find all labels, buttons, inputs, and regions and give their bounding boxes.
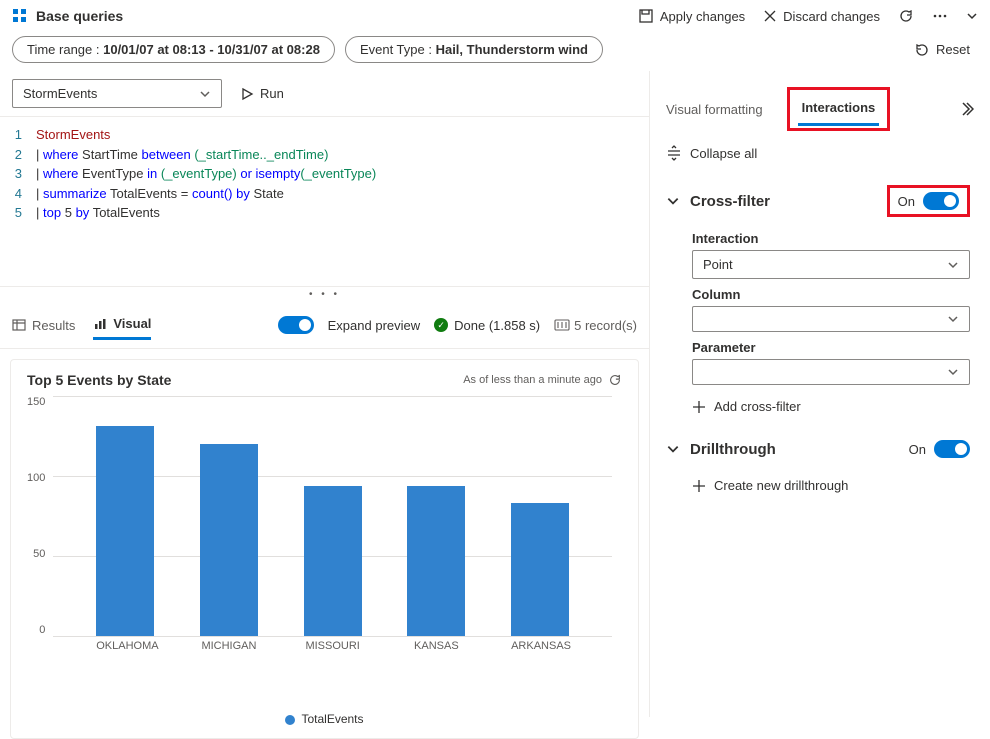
interaction-value: Point	[703, 257, 733, 272]
page-title: Base queries	[12, 8, 123, 24]
chart-xlabel: MISSOURI	[304, 640, 362, 652]
discard-changes-label: Discard changes	[783, 9, 880, 24]
chart-panel: Top 5 Events by State As of less than a …	[10, 359, 639, 739]
dataset-value: StormEvents	[23, 86, 97, 101]
chart-bar[interactable]	[96, 426, 154, 636]
time-range-label: Time range :	[27, 42, 103, 57]
expand-icon[interactable]	[958, 101, 974, 117]
expand-preview-label: Expand preview	[328, 318, 421, 333]
discard-changes-button[interactable]: Discard changes	[763, 9, 880, 24]
event-type-pill[interactable]: Event Type : Hail, Thunderstorm wind	[345, 36, 603, 63]
create-drillthrough-button[interactable]: Create new drillthrough	[692, 478, 970, 493]
record-count-text: 5 record(s)	[574, 318, 637, 333]
close-icon	[763, 9, 777, 23]
page-title-text: Base queries	[36, 8, 123, 24]
chevron-down-icon[interactable]	[666, 194, 680, 208]
expand-preview-toggle[interactable]	[278, 316, 314, 334]
table-icon	[12, 318, 26, 332]
chart-bar[interactable]	[407, 486, 465, 636]
tab-visual-label: Visual	[113, 316, 151, 331]
query-editor[interactable]: 1StormEvents 2| where StartTime between …	[0, 116, 649, 286]
tab-visual-formatting[interactable]: Visual formatting	[662, 94, 767, 125]
chevron-down-icon[interactable]	[666, 442, 680, 456]
cross-filter-title: Cross-filter	[690, 193, 770, 210]
grid-icon	[12, 8, 28, 24]
chart-xlabel: OKLAHOMA	[96, 640, 154, 652]
refresh-icon[interactable]	[898, 8, 914, 24]
refresh-icon[interactable]	[608, 373, 622, 387]
create-drillthrough-label: Create new drillthrough	[714, 478, 848, 493]
tab-interactions[interactable]: Interactions	[798, 92, 880, 126]
plus-icon	[692, 400, 706, 414]
reset-icon	[914, 42, 930, 58]
resize-handle[interactable]: • • •	[0, 286, 649, 302]
chart-timestamp: As of less than a minute ago	[463, 374, 602, 386]
interaction-label: Interaction	[692, 231, 970, 246]
parameter-label: Parameter	[692, 340, 970, 355]
column-label: Column	[692, 287, 970, 302]
query-status: ✓ Done (1.858 s)	[434, 318, 540, 333]
tab-results-label: Results	[32, 318, 75, 333]
reset-button[interactable]: Reset	[914, 42, 978, 58]
event-type-label: Event Type :	[360, 42, 436, 57]
collapse-all-button[interactable]: Collapse all	[658, 131, 978, 175]
parameter-select[interactable]	[692, 359, 970, 385]
collapse-all-label: Collapse all	[690, 146, 757, 161]
reset-label: Reset	[936, 42, 970, 57]
time-range-value: 10/01/07 at 08:13 - 10/31/07 at 08:28	[103, 42, 320, 57]
chevron-down-icon	[199, 88, 211, 100]
column-select[interactable]	[692, 306, 970, 332]
chevron-down-icon	[947, 366, 959, 378]
cross-filter-toggle[interactable]	[923, 192, 959, 210]
apply-changes-label: Apply changes	[660, 9, 745, 24]
play-icon	[240, 87, 254, 101]
record-count: 5 record(s)	[554, 318, 637, 333]
chart-title: Top 5 Events by State	[27, 372, 171, 388]
time-range-pill[interactable]: Time range : 10/01/07 at 08:13 - 10/31/0…	[12, 36, 335, 63]
event-type-value: Hail, Thunderstorm wind	[436, 42, 588, 57]
chart-bar[interactable]	[304, 486, 362, 636]
status-text: Done (1.858 s)	[454, 318, 540, 333]
count-icon	[554, 319, 570, 331]
chart-bar[interactable]	[200, 444, 258, 636]
drillthrough-title: Drillthrough	[690, 441, 776, 458]
cross-filter-state: On	[898, 194, 915, 209]
tab-visual[interactable]: Visual	[93, 310, 151, 340]
tab-results[interactable]: Results	[12, 312, 75, 339]
chevron-down-icon[interactable]	[966, 10, 978, 22]
drillthrough-state: On	[909, 442, 926, 457]
chart-xlabel: MICHIGAN	[200, 640, 258, 652]
drillthrough-toggle[interactable]	[934, 440, 970, 458]
add-cross-filter-button[interactable]: Add cross-filter	[692, 399, 970, 414]
interaction-select[interactable]: Point	[692, 250, 970, 279]
run-button[interactable]: Run	[232, 82, 292, 105]
chart-bar[interactable]	[511, 503, 569, 636]
run-label: Run	[260, 86, 284, 101]
collapse-icon	[666, 145, 682, 161]
more-icon[interactable]	[932, 8, 948, 24]
chevron-down-icon	[947, 313, 959, 325]
apply-changes-button[interactable]: Apply changes	[638, 8, 745, 24]
chart-icon	[93, 317, 107, 331]
legend-dot	[285, 715, 295, 725]
plus-icon	[692, 479, 706, 493]
check-icon: ✓	[434, 318, 448, 332]
add-cross-filter-label: Add cross-filter	[714, 399, 801, 414]
chart-xlabel: KANSAS	[407, 640, 465, 652]
chevron-down-icon	[947, 259, 959, 271]
code-line-1: StormEvents	[36, 127, 110, 142]
save-icon	[638, 8, 654, 24]
dataset-dropdown[interactable]: StormEvents	[12, 79, 222, 108]
chart-xlabel: ARKANSAS	[511, 640, 569, 652]
